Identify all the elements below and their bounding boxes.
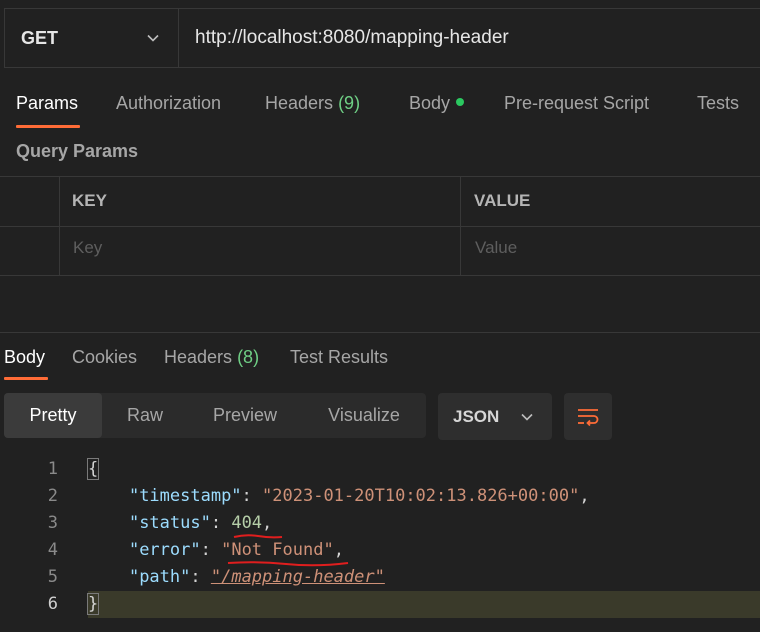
json-key: "status" <box>128 513 211 533</box>
tab-body[interactable]: Body <box>409 93 465 114</box>
raw-button[interactable]: Raw <box>102 393 188 438</box>
response-tab-headers-label: Headers <box>164 347 233 367</box>
pretty-button[interactable]: Pretty <box>4 393 102 438</box>
value-column-header: VALUE <box>474 191 531 210</box>
code-line: { <box>86 456 100 483</box>
table-divider <box>460 176 461 276</box>
table-divider <box>59 176 60 276</box>
pane-divider[interactable] <box>0 332 760 333</box>
preview-button[interactable]: Preview <box>188 393 302 438</box>
response-tab-test-results[interactable]: Test Results <box>290 347 388 368</box>
value-input[interactable]: Value <box>475 238 517 258</box>
json-key: "path" <box>128 567 191 587</box>
line-number: 4 <box>47 540 58 560</box>
code-line: } <box>86 591 100 618</box>
line-number: 1 <box>47 459 58 479</box>
format-label: JSON <box>453 406 500 426</box>
tab-pre-request-script[interactable]: Pre-request Script <box>504 93 649 114</box>
json-value: "2023-01-20T10:02:13.826+00:00" <box>262 486 580 506</box>
json-punct: , <box>262 513 273 533</box>
query-params-title: Query Params <box>16 141 139 161</box>
response-headers-count: (8) <box>237 347 260 367</box>
annotation-underline <box>227 561 349 567</box>
response-active-tab-indicator <box>4 377 48 380</box>
response-tabs: Body Cookies Headers (8) Test Results <box>0 340 760 384</box>
response-tab-cookies-label: Cookies <box>72 347 138 367</box>
tab-tests[interactable]: Tests <box>697 93 739 114</box>
format-select[interactable]: JSON <box>438 393 552 440</box>
request-url-bar: GET http://localhost:8080/mapping-header <box>4 8 760 68</box>
table-border <box>0 226 760 227</box>
tab-authorization[interactable]: Authorization <box>116 93 221 114</box>
json-punct: , <box>333 540 344 560</box>
tab-headers[interactable]: Headers (9) <box>265 93 360 114</box>
key-column-header: KEY <box>72 191 107 210</box>
line-number: 2 <box>47 486 58 506</box>
key-input[interactable]: Key <box>73 238 102 258</box>
chevron-down-icon <box>521 413 533 421</box>
method-label: GET <box>21 27 59 48</box>
response-tab-body[interactable]: Body <box>4 347 45 368</box>
line-number: 3 <box>47 513 58 533</box>
headers-count: (9) <box>338 93 361 113</box>
json-key: "timestamp" <box>128 486 242 506</box>
chevron-down-icon <box>147 34 159 42</box>
open-brace: { <box>86 458 100 480</box>
body-indicator-dot <box>456 98 465 107</box>
tab-headers-label: Headers <box>265 93 334 113</box>
view-mode-selector: Pretty Raw Preview Visualize <box>4 393 426 438</box>
json-punct: , <box>579 486 590 506</box>
visualize-button[interactable]: Visualize <box>302 393 426 438</box>
url-input[interactable]: http://localhost:8080/mapping-header <box>179 9 509 67</box>
tab-body-label: Body <box>409 93 451 113</box>
url-text: http://localhost:8080/mapping-header <box>195 27 509 48</box>
method-select[interactable]: GET <box>5 9 179 67</box>
tab-pre-request-label: Pre-request Script <box>504 93 650 113</box>
tab-params[interactable]: Params <box>16 93 78 114</box>
response-tab-headers[interactable]: Headers (8) <box>164 347 259 368</box>
request-tabs: Params Authorization Headers (9) Body Pr… <box>0 80 760 130</box>
wrap-lines-icon <box>578 408 599 426</box>
response-tab-cookies[interactable]: Cookies <box>72 347 137 368</box>
query-params-table: KEY VALUE Key Value <box>0 176 760 276</box>
table-border <box>0 176 760 177</box>
annotation-underline <box>233 534 283 539</box>
table-border <box>0 275 760 276</box>
response-tab-test-results-label: Test Results <box>290 347 389 367</box>
json-value-path-link[interactable]: "/mapping-header" <box>211 567 385 587</box>
wrap-lines-button[interactable] <box>564 393 612 440</box>
tab-params-label: Params <box>16 93 79 113</box>
json-value-status: 404 <box>231 513 263 533</box>
current-line-highlight <box>88 591 760 618</box>
json-key: "error" <box>128 540 201 560</box>
tab-authorization-label: Authorization <box>116 93 222 113</box>
tab-tests-label: Tests <box>697 93 740 113</box>
close-brace: } <box>86 593 100 615</box>
json-value-error: "Not Found" <box>221 540 334 560</box>
line-number: 6 <box>47 594 58 614</box>
response-tab-body-label: Body <box>4 347 46 367</box>
active-tab-indicator <box>16 125 80 128</box>
line-number: 5 <box>47 567 58 587</box>
code-line: "timestamp": "2023-01-20T10:02:13.826+00… <box>128 486 590 506</box>
